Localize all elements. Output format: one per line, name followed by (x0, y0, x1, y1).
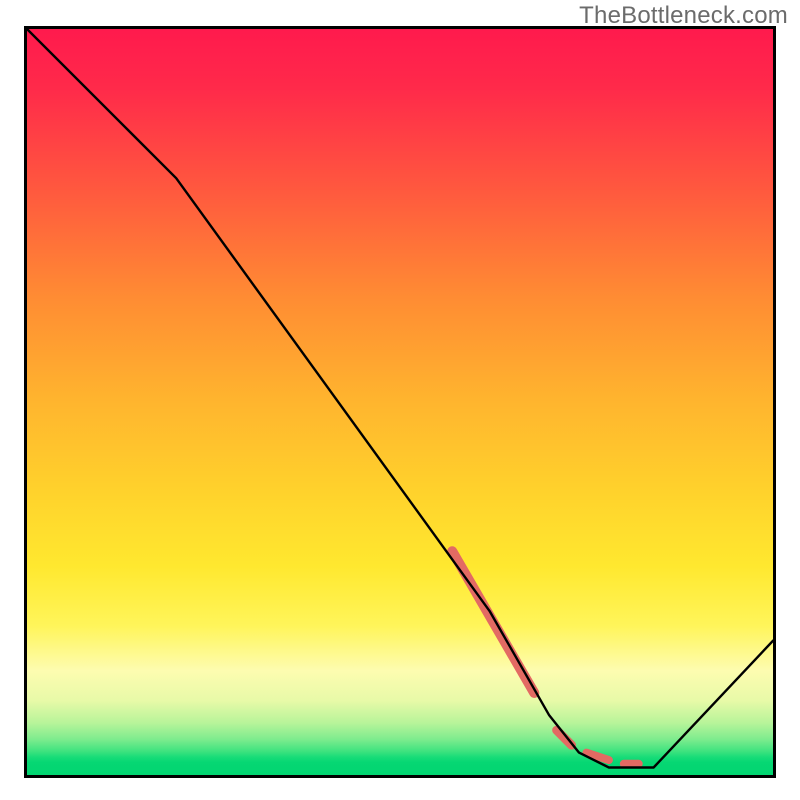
plot-area (24, 26, 776, 778)
bottleneck-curve-path (27, 29, 773, 768)
chart-container: TheBottleneck.com (0, 0, 800, 800)
highlight-group (452, 551, 638, 764)
curve-layer (27, 29, 773, 775)
highlight-segment (452, 551, 534, 693)
